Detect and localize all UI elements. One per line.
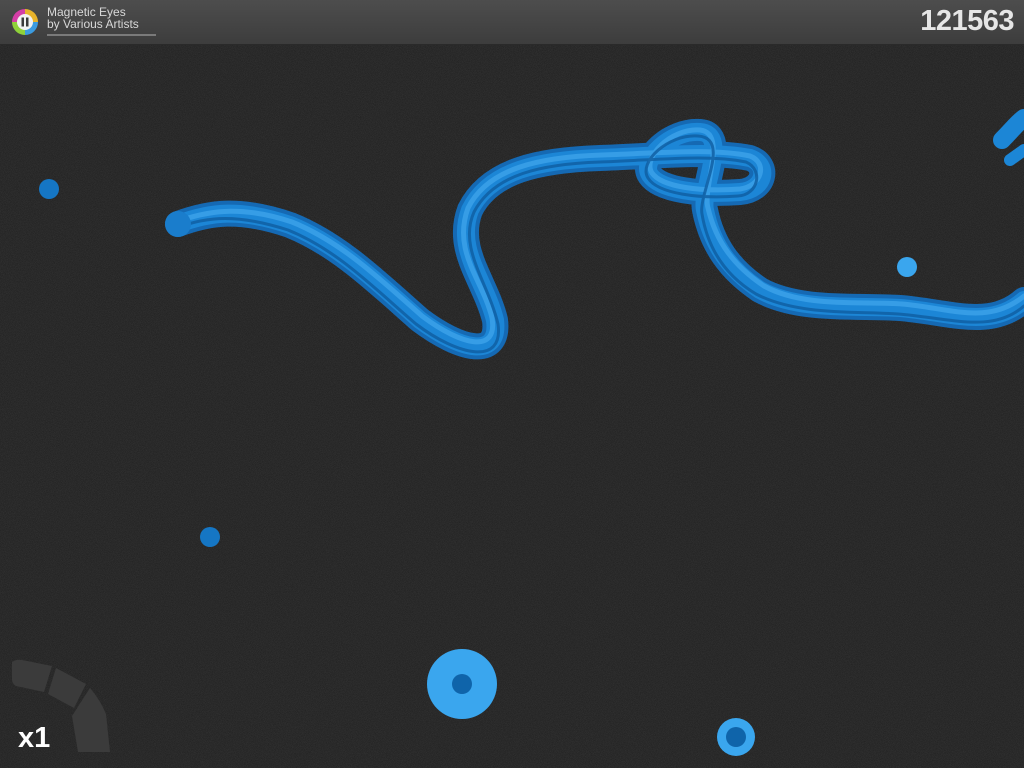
target-ring-large[interactable] [427, 649, 497, 719]
ribbon-head [165, 211, 191, 237]
target-ring-small[interactable] [717, 718, 755, 756]
score: 121563 [920, 5, 1014, 37]
noise-texture [0, 0, 1024, 768]
pause-icon [12, 9, 38, 35]
blue-dot[interactable] [200, 527, 220, 547]
song-progress-fill [47, 34, 156, 36]
game-canvas[interactable] [0, 0, 1024, 768]
top-bar: Magnetic Eyes by Various Artists 121563 [0, 0, 1024, 45]
light-blue-dot[interactable] [897, 257, 917, 277]
score-multiplier: x1 [18, 722, 51, 754]
blue-dot[interactable] [39, 179, 59, 199]
song-progress-bar [47, 34, 156, 36]
song-artist: by Various Artists [47, 17, 139, 31]
pause-button[interactable] [10, 7, 40, 37]
song-info: Magnetic Eyes by Various Artists [47, 6, 139, 30]
